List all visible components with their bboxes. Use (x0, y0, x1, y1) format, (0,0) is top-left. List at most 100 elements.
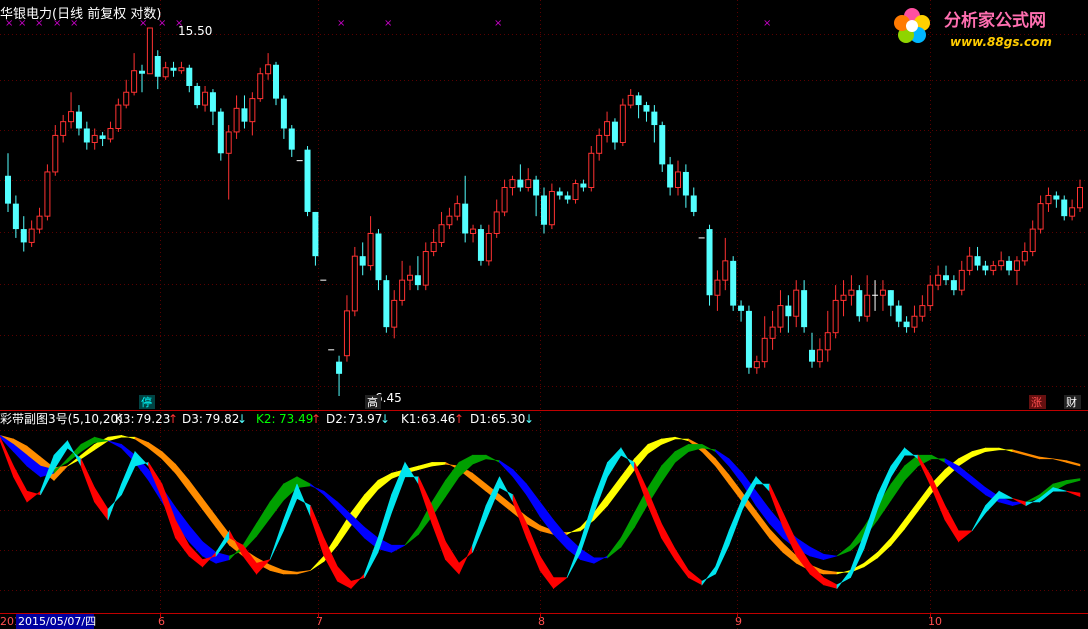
candle-body (950, 280, 957, 291)
candle-body (249, 98, 256, 123)
candle-body (265, 64, 272, 75)
candle[interactable] (745, 305, 752, 374)
candle-body (280, 98, 287, 129)
candle-body (485, 232, 492, 262)
candle-body (848, 289, 855, 296)
candle-body (1077, 186, 1083, 209)
candle-body (407, 274, 413, 281)
candle-body (99, 135, 106, 139)
candle-body (927, 284, 934, 307)
finance-marker: 财 (1066, 395, 1077, 409)
candle[interactable] (588, 146, 595, 192)
candle-body (241, 108, 248, 122)
candle-body (52, 134, 59, 173)
k1-value: 63.46 (421, 412, 455, 426)
candle-body (383, 280, 390, 328)
d3-value: 79.82 (205, 412, 239, 426)
candle-body (375, 233, 382, 281)
candle-body (627, 94, 634, 106)
candle-body (998, 260, 1005, 267)
candle-body (793, 289, 800, 317)
candle[interactable] (44, 164, 51, 221)
candle-body (312, 211, 319, 257)
candle-body (895, 305, 902, 322)
candle-body (856, 290, 863, 317)
candle-body (430, 241, 437, 253)
candle-body (446, 215, 453, 226)
candle-body (115, 104, 122, 129)
candle-body (68, 111, 75, 123)
candle-body (911, 315, 918, 328)
candle-body (730, 260, 737, 306)
candle[interactable] (217, 108, 224, 161)
candle-body (1021, 251, 1028, 262)
high-marker: 高 (367, 395, 378, 409)
chart-title: 华银电力(日线 前复权 对数) (0, 6, 161, 22)
candle-body (1029, 228, 1036, 253)
k1-arrow: ↑ (454, 412, 464, 426)
k3-value: 79.23 (136, 412, 170, 426)
candle-body (722, 260, 729, 281)
candle[interactable] (477, 224, 484, 266)
candle[interactable] (194, 82, 201, 109)
candle-body (501, 186, 508, 213)
d1-value: 65.30 (491, 412, 525, 426)
candle-body (840, 294, 847, 301)
candle-body (414, 275, 421, 286)
candle-body (422, 251, 429, 286)
candle[interactable] (730, 256, 737, 311)
candle[interactable] (572, 179, 579, 204)
d3-arrow: ↓ (237, 412, 247, 426)
candle[interactable] (856, 285, 863, 322)
candle-body (477, 229, 484, 261)
event-marker-icon: × (337, 18, 345, 29)
candle[interactable] (273, 61, 279, 106)
candle[interactable] (619, 98, 626, 147)
candle-body (462, 203, 469, 234)
candle-body (943, 275, 949, 281)
candle-body (20, 229, 27, 243)
candle[interactable] (383, 275, 390, 333)
candle-body (604, 121, 611, 136)
k1-label: K1: (401, 412, 421, 426)
candle[interactable] (706, 224, 713, 306)
candle[interactable] (351, 246, 358, 317)
cursor-date[interactable]: 2015/05/07/四 (18, 615, 96, 628)
candle-body (186, 67, 193, 86)
candle-body (706, 229, 713, 296)
candle-body (336, 361, 343, 374)
candle-body (391, 299, 398, 328)
candle-body (1006, 260, 1013, 271)
d1-label: D1: (470, 412, 491, 426)
candle-body (659, 125, 666, 165)
k2-label: K2: (256, 412, 276, 426)
candle-body (635, 95, 642, 106)
x-tick-label-8: 8 (538, 615, 545, 628)
candle-body (903, 321, 910, 328)
candle-body (359, 256, 366, 266)
candle-body (146, 27, 153, 75)
candle-body (509, 179, 516, 188)
candle-body (154, 55, 161, 77)
candle-body (777, 305, 784, 328)
candle[interactable] (304, 146, 311, 217)
event-marker-icon: × (763, 18, 771, 29)
candle-body (178, 67, 185, 72)
stop-marker: 停 (141, 395, 152, 409)
candle-body (233, 107, 240, 133)
candle-body (990, 265, 997, 271)
candle-body (1053, 195, 1060, 200)
candle-body (1045, 194, 1052, 205)
d2-value: 73.97 (348, 412, 382, 426)
candle-body (288, 128, 295, 150)
candle-body (541, 195, 547, 225)
candle-body (162, 67, 169, 78)
candle-body (209, 92, 216, 112)
rise-marker: 涨 (1031, 396, 1042, 409)
candle-body (131, 70, 138, 93)
candle-body (596, 134, 603, 154)
candle-body (588, 152, 595, 188)
candle[interactable] (146, 27, 153, 75)
d1-arrow: ↓ (524, 412, 534, 426)
candle-body (28, 228, 35, 243)
